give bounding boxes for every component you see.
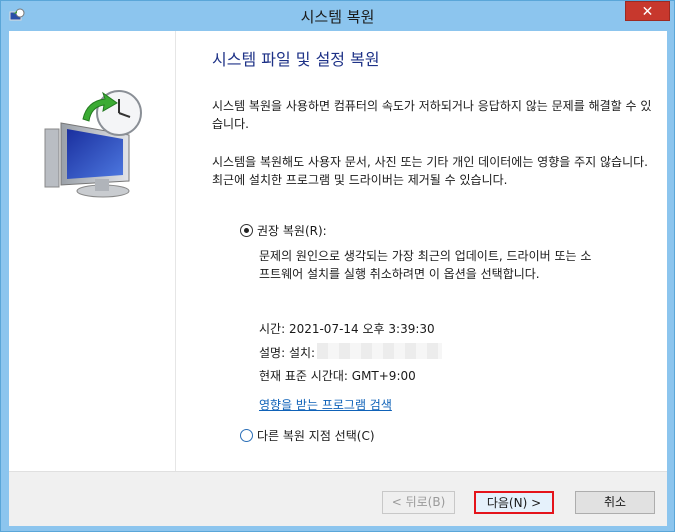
scan-affected-programs-link[interactable]: 영향을 받는 프로그램 검색 xyxy=(259,396,392,413)
next-button[interactable]: 다음(N) > xyxy=(474,491,554,514)
frame-left xyxy=(1,31,9,531)
sidebar xyxy=(9,31,176,471)
restore-time: 시간: 2021-07-14 오후 3:39:30 xyxy=(259,322,435,336)
choose-other-restore-point-radio[interactable] xyxy=(240,429,253,442)
recommended-restore-radio[interactable] xyxy=(240,224,253,237)
cancel-button[interactable]: 취소 xyxy=(575,491,655,514)
warning-paragraph: 시스템을 복원해도 사용자 문서, 사진 또는 기타 개인 데이터에는 영향을 … xyxy=(212,155,648,187)
intro-paragraph: 시스템 복원을 사용하면 컴퓨터의 속도가 저하되거나 응답하지 않는 문제를 … xyxy=(212,99,652,131)
content-area: 시스템 파일 및 설정 복원 시스템 복원을 사용하면 컴퓨터의 속도가 저하되… xyxy=(176,31,667,471)
recommended-restore-description: 문제의 원인으로 생각되는 가장 최근의 업데이트, 드라이버 또는 소프트웨어… xyxy=(259,249,592,281)
system-restore-window: 시스템 복원 ✕ 시스템 파일 및 설정 복원 시스템 복원을 사용하면 컴퓨터… xyxy=(0,0,675,532)
timezone-info: 현재 표준 시간대: GMT+9:00 xyxy=(259,369,416,383)
frame-right xyxy=(666,31,674,531)
button-bar: < 뒤로(B) 다음(N) > 취소 xyxy=(9,471,667,526)
restore-description: 설명: 설치: xyxy=(259,346,316,360)
page-heading: 시스템 파일 및 설정 복원 xyxy=(212,50,380,69)
window-title: 시스템 복원 xyxy=(300,8,375,26)
title-bar[interactable]: 시스템 복원 ✕ xyxy=(1,1,674,31)
choose-other-restore-point-label[interactable]: 다른 복원 지점 선택(C) xyxy=(257,427,375,444)
close-button[interactable]: ✕ xyxy=(625,1,670,21)
redacted-description xyxy=(317,343,442,359)
system-restore-hero-icon xyxy=(44,90,142,198)
recommended-restore-label[interactable]: 권장 복원(R): xyxy=(257,222,327,239)
back-button[interactable]: < 뒤로(B) xyxy=(382,491,455,514)
